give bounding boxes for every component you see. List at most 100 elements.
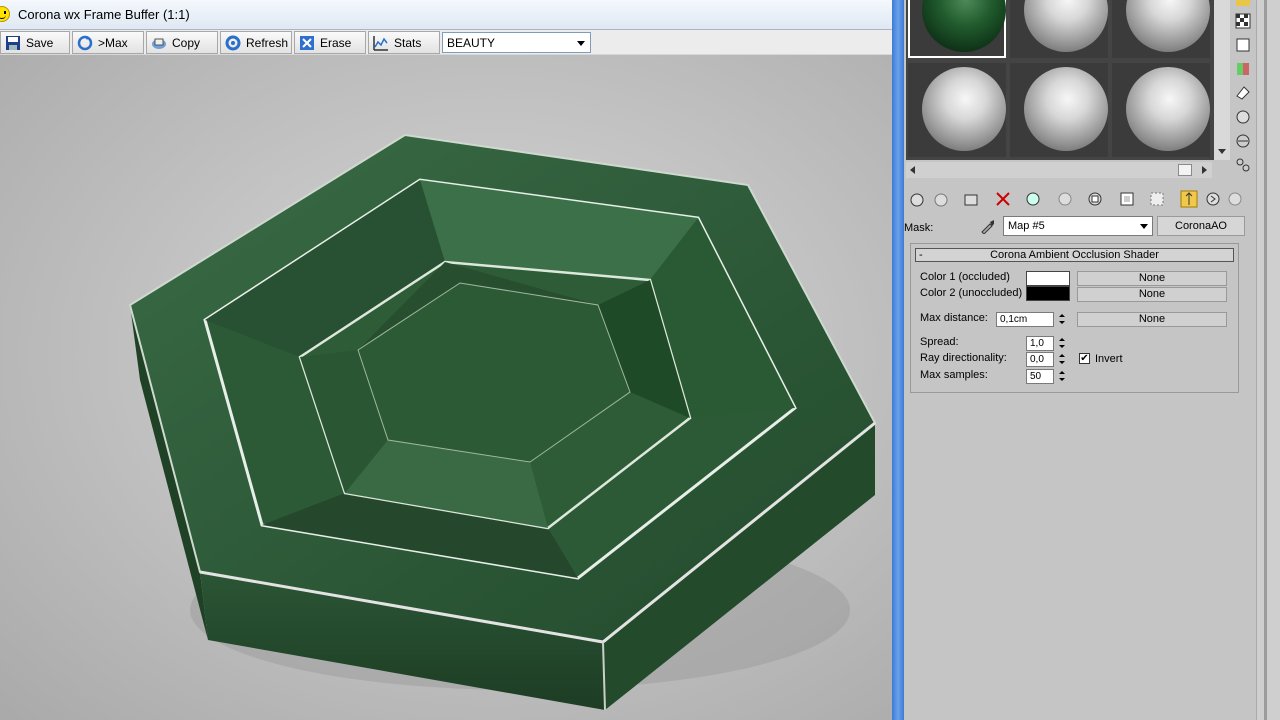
invert-checkbox[interactable]: ✔	[1079, 353, 1090, 364]
max-distance-input[interactable]: 0,1cm	[996, 312, 1054, 327]
ao-shader-rollout: - Corona Ambient Occlusion Shader Color …	[910, 243, 1239, 393]
material-preview-sphere	[1126, 67, 1210, 151]
material-id-channel-icon[interactable]	[1086, 190, 1104, 208]
show-shaded-material-icon[interactable]	[1118, 190, 1136, 208]
get-material-icon[interactable]	[908, 190, 926, 208]
show-end-result-icon[interactable]	[1148, 190, 1166, 208]
make-preview-icon[interactable]	[1234, 84, 1252, 102]
go-to-parent-icon[interactable]	[1180, 190, 1198, 208]
corona-smiley-icon	[0, 6, 10, 22]
chevron-down-icon	[577, 41, 585, 46]
video-color-check-icon[interactable]	[1234, 60, 1252, 78]
panel-vertical-scrollbar[interactable]	[1256, 0, 1280, 720]
max-samples-input[interactable]: 50	[1026, 369, 1054, 384]
material-editor-toolbar	[904, 186, 1256, 212]
make-unique-icon[interactable]	[1024, 190, 1042, 208]
window-title-bar: Corona wx Frame Buffer (1:1)	[0, 0, 892, 30]
material-preview-sphere	[1024, 0, 1108, 52]
chevron-right-icon[interactable]	[1202, 166, 1208, 174]
erase-icon	[300, 35, 314, 50]
collapse-toggle[interactable]: -	[919, 249, 923, 261]
refresh-label: Refresh	[246, 35, 289, 50]
eyedropper-icon[interactable]	[980, 218, 996, 234]
color1-map-button[interactable]: None	[1077, 271, 1227, 286]
max-distance-map-button[interactable]: None	[1077, 312, 1227, 327]
copy-button[interactable]: Copy	[146, 31, 218, 54]
map-name-dropdown[interactable]: Map #5	[1003, 216, 1153, 236]
invert-label: Invert	[1095, 353, 1123, 365]
material-preview-sphere	[1024, 67, 1108, 151]
render-channel-select[interactable]: BEAUTY	[442, 32, 591, 53]
go-forward-sibling-icon[interactable]	[1204, 190, 1222, 208]
copy-label: Copy	[172, 35, 201, 50]
render-viewport	[0, 55, 892, 720]
refresh-button[interactable]: Refresh	[220, 31, 292, 54]
rollout-empty-area	[904, 393, 1256, 720]
max-samples-spinner[interactable]	[1057, 369, 1067, 384]
material-preview-sphere	[1126, 0, 1210, 52]
material-slots-grid	[906, 0, 1214, 160]
material-options-icon[interactable]	[1226, 190, 1244, 208]
mask-label: Mask:	[904, 222, 934, 234]
assign-material-icon[interactable]	[962, 190, 980, 208]
material-preview-sphere	[922, 67, 1006, 151]
stats-chart-icon	[373, 35, 388, 51]
scrollbar-track[interactable]	[1264, 0, 1267, 720]
color2-label: Color 2 (unoccluded)	[920, 287, 1023, 299]
color2-map-button[interactable]: None	[1077, 287, 1227, 302]
material-preview-sphere	[922, 0, 1006, 52]
material-slot[interactable]	[1010, 0, 1108, 58]
spread-input[interactable]: 1,0	[1026, 336, 1054, 351]
material-map-navigator-icon[interactable]	[1234, 156, 1252, 174]
floppy-disk-icon	[6, 35, 20, 50]
color1-swatch[interactable]	[1026, 271, 1070, 286]
material-slot[interactable]	[1010, 63, 1108, 157]
copy-icon	[152, 38, 166, 49]
material-slot[interactable]	[1112, 0, 1210, 58]
stats-button[interactable]: Stats	[368, 31, 440, 54]
map-name-value: Map #5	[1008, 220, 1045, 232]
refresh-icon	[225, 35, 241, 50]
material-slot[interactable]	[1112, 63, 1210, 157]
slots-horizontal-scrollbar[interactable]	[906, 162, 1212, 178]
max-distance-spinner[interactable]	[1057, 312, 1067, 327]
max-samples-label: Max samples:	[920, 369, 988, 381]
ray-directionality-input[interactable]: 0,0	[1026, 352, 1054, 367]
map-name-row: Mask: Map #5 CoronaAO	[904, 214, 1254, 238]
put-material-icon[interactable]	[932, 190, 950, 208]
options-icon[interactable]	[1234, 108, 1252, 126]
chevron-left-icon[interactable]	[910, 166, 916, 174]
send-to-max-button[interactable]: >Max	[72, 31, 144, 54]
chevron-down-icon[interactable]	[1217, 148, 1227, 156]
send-to-max-label: >Max	[98, 35, 128, 50]
material-slot[interactable]	[908, 63, 1006, 157]
rollout-title: Corona Ambient Occlusion Shader	[990, 249, 1159, 261]
spread-spinner[interactable]	[1057, 336, 1067, 351]
rollout-header[interactable]: - Corona Ambient Occlusion Shader	[915, 248, 1234, 262]
material-editor-panel: Mask: Map #5 CoronaAO - Corona Ambient O…	[904, 0, 1280, 720]
material-slot[interactable]	[908, 0, 1006, 58]
ray-directionality-label: Ray directionality:	[920, 352, 1007, 364]
render-channel-value: BEAUTY	[447, 36, 496, 50]
stats-label: Stats	[394, 35, 422, 50]
send-to-max-icon	[77, 35, 93, 50]
sample-type-icon[interactable]	[1234, 0, 1252, 8]
erase-label: Erase	[320, 35, 352, 50]
scrollbar-thumb[interactable]	[1178, 164, 1192, 176]
save-button[interactable]: Save	[0, 31, 70, 54]
ray-directionality-spinner[interactable]	[1057, 352, 1067, 367]
checker-background-icon[interactable]	[1234, 12, 1252, 30]
map-type-button[interactable]: CoronaAO	[1157, 216, 1245, 236]
slots-vertical-scrollbar[interactable]	[1214, 0, 1230, 160]
sample-uv-tiling-icon[interactable]	[1234, 36, 1252, 54]
max-distance-label: Max distance:	[920, 312, 988, 324]
color2-swatch[interactable]	[1026, 286, 1070, 301]
window-divider[interactable]	[892, 0, 904, 720]
save-label: Save	[26, 35, 54, 50]
color1-label: Color 1 (occluded)	[920, 271, 1010, 283]
material-side-toolbar	[1232, 0, 1256, 180]
select-by-material-icon[interactable]	[1234, 132, 1252, 150]
erase-button[interactable]: Erase	[294, 31, 366, 54]
reset-map-icon[interactable]	[994, 190, 1012, 208]
put-to-library-icon[interactable]	[1056, 190, 1074, 208]
